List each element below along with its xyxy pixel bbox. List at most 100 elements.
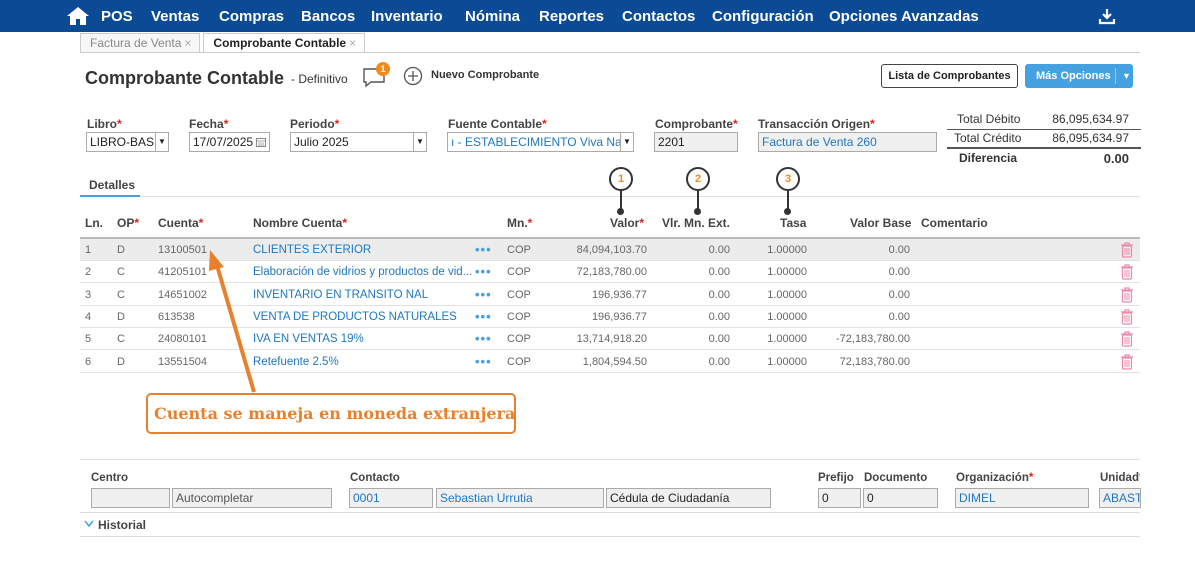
cell-ext: 0.00: [708, 288, 730, 301]
fuente-select[interactable]: ı - ESTABLECIMIENTO Viva Natural ▼: [447, 132, 634, 152]
chevron-down-icon[interactable]: ▼: [413, 133, 426, 151]
voucher-list-button[interactable]: Lista de Comprobantes: [881, 64, 1018, 88]
cell-tasa: 1.00000: [767, 355, 807, 368]
new-voucher-link[interactable]: Nuevo Comprobante: [431, 69, 539, 81]
nav-configuracion[interactable]: Configuración: [712, 8, 814, 25]
divider: [1115, 68, 1116, 84]
fecha-input[interactable]: 17/07/2025: [189, 132, 270, 152]
table-row[interactable]: 6 D 13551504 Retefuente 2.5% COP ••• 1,804,594…: [80, 351, 1140, 373]
comprobante-input[interactable]: 2201: [654, 132, 738, 152]
cell-mn: COP: [507, 310, 531, 323]
trash-icon[interactable]: [1120, 309, 1134, 325]
contacto-doc-type[interactable]: Cédula de Ciudadanía: [606, 488, 771, 508]
account-name-link[interactable]: VENTA DE PRODUCTOS NATURALES: [253, 311, 457, 323]
libro-select[interactable]: LIBRO-BASE ▼: [86, 132, 169, 152]
home-icon[interactable]: [66, 6, 90, 26]
nav-opciones-avanzadas[interactable]: Opciones Avanzadas: [829, 8, 979, 25]
more-dots-icon[interactable]: •••: [475, 331, 492, 346]
table-row[interactable]: 5 C 24080101 IVA EN VENTAS 19% COP ••• 13,714,…: [80, 328, 1140, 351]
table-row[interactable]: 3 C 14651002 INVENTARIO EN TRANSITO NAL COP •…: [80, 284, 1140, 306]
trash-icon[interactable]: [1120, 353, 1134, 370]
cell-cuenta: 24080101: [158, 333, 207, 346]
calendar-icon[interactable]: [256, 137, 266, 147]
tab-factura-de-venta[interactable]: Factura de Venta ×: [80, 33, 201, 53]
marker-2: 2: [686, 167, 710, 191]
tab-detalles[interactable]: Detalles: [89, 178, 135, 192]
unidad-input[interactable]: ABASTE: [1099, 488, 1141, 508]
chevron-down-icon[interactable]: ▼: [620, 133, 633, 151]
account-name-link[interactable]: IVA EN VENTAS 19%: [253, 333, 364, 345]
trash-icon[interactable]: [1120, 286, 1134, 303]
historial-toggle[interactable]: Historial: [98, 518, 146, 532]
account-name-link[interactable]: CLIENTES EXTERIOR: [253, 244, 371, 256]
cell-base: -72,183,780.00: [835, 333, 910, 346]
cell-base: 0.00: [888, 310, 910, 323]
total-debito: Total Débito 86,095,634.97: [947, 112, 1141, 130]
chevron-down-icon[interactable]: ▼: [155, 133, 168, 151]
nav-pos[interactable]: POS: [101, 8, 133, 25]
more-dots-icon[interactable]: •••: [475, 309, 492, 324]
table-row[interactable]: 1 D 13100501 CLIENTES EXTERIOR COP ••• 84,094,…: [80, 239, 1140, 261]
col-ln: Ln.: [85, 216, 103, 230]
cell-op: C: [117, 333, 125, 346]
chevron-down-icon[interactable]: [84, 520, 94, 528]
cell-op: D: [117, 310, 125, 323]
centro-code-input[interactable]: [91, 488, 170, 508]
organizacion-input[interactable]: DIMEL: [955, 488, 1089, 508]
cell-op: D: [117, 355, 125, 368]
cell-mn: COP: [507, 333, 531, 346]
more-dots-icon[interactable]: •••: [475, 242, 492, 257]
more-options-label: Más Opciones: [1036, 70, 1111, 82]
divider: [80, 459, 1140, 460]
comprobante-label: Comprobante*: [655, 117, 738, 131]
cell-ln: 4: [85, 310, 92, 323]
cell-ext: 0.00: [708, 355, 730, 368]
close-icon[interactable]: ×: [184, 36, 191, 50]
cell-op: D: [117, 244, 125, 256]
nav-bancos[interactable]: Bancos: [301, 8, 355, 25]
account-name-link[interactable]: INVENTARIO EN TRANSITO NAL: [253, 289, 428, 301]
marker-3-dot: [784, 208, 791, 215]
more-dots-icon[interactable]: •••: [475, 354, 492, 369]
divider: [80, 52, 1140, 53]
contacto-name-input[interactable]: Sebastian Urrutia: [436, 488, 604, 508]
cell-valor: 1,804,594.50: [582, 355, 647, 368]
chevron-down-icon[interactable]: ▼: [1122, 64, 1131, 88]
cell-valor: 13,714,918.20: [576, 333, 647, 346]
documento-input[interactable]: 0: [863, 488, 938, 508]
centro-autocomplete-input[interactable]: Autocompletar: [172, 488, 332, 508]
table-row[interactable]: 2 C 41205101 Elaboración de vidrios y produ…: [80, 261, 1140, 284]
trash-icon[interactable]: [1120, 264, 1134, 280]
nav-contactos[interactable]: Contactos: [622, 8, 695, 25]
more-options-button[interactable]: Más Opciones ▼: [1025, 64, 1133, 88]
nav-reportes[interactable]: Reportes: [539, 8, 604, 25]
more-dots-icon[interactable]: •••: [475, 264, 492, 279]
total-credito-value: 86,095,634.97: [1052, 131, 1129, 145]
more-dots-icon[interactable]: •••: [475, 287, 492, 302]
contacto-code-input[interactable]: 0001: [349, 488, 433, 508]
periodo-select[interactable]: Julio 2025 ▼: [290, 132, 427, 152]
add-circle-icon[interactable]: [403, 66, 423, 86]
nav-compras[interactable]: Compras: [219, 8, 284, 25]
close-icon[interactable]: ×: [349, 36, 356, 50]
nav-ventas[interactable]: Ventas: [151, 8, 199, 25]
prefijo-label: Prefijo: [818, 472, 854, 484]
col-tasa: Tasa: [780, 216, 807, 230]
account-name-link[interactable]: Elaboración de vidrios y productos de vi…: [253, 266, 472, 278]
tab-comprobante-contable[interactable]: Comprobante Contable ×: [203, 33, 366, 53]
documento-label: Documento: [864, 472, 928, 484]
cell-op: C: [117, 288, 125, 301]
download-icon[interactable]: [1098, 7, 1116, 25]
nav-inventario[interactable]: Inventario: [371, 8, 443, 25]
account-name-link[interactable]: Retefuente 2.5%: [253, 356, 339, 368]
cell-ext: 0.00: [708, 310, 730, 323]
trash-icon[interactable]: [1120, 242, 1134, 258]
nav-nomina[interactable]: Nómina: [465, 8, 520, 25]
cell-ext: 0.00: [708, 244, 730, 256]
table-row[interactable]: 4 D 613538 VENTA DE PRODUCTOS NATURALES COP •…: [80, 306, 1140, 328]
col-comentario: Comentario: [921, 216, 988, 230]
transaccion-origen-link[interactable]: Factura de Venta 260: [758, 132, 937, 152]
active-tab-indicator: [80, 195, 140, 197]
prefijo-input[interactable]: 0: [818, 488, 861, 508]
trash-icon[interactable]: [1120, 331, 1134, 347]
